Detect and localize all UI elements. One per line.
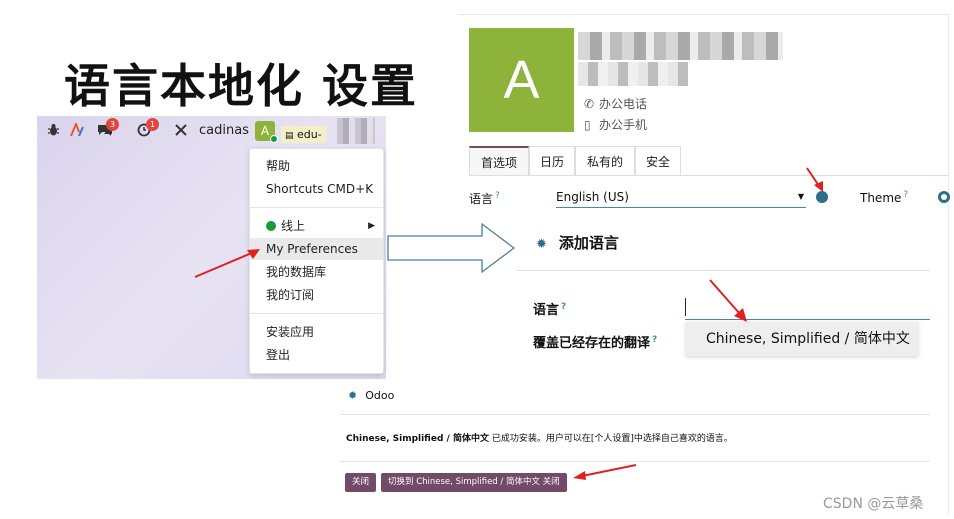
help-tooltip-icon[interactable]: ? (561, 302, 566, 312)
menu-item-databases[interactable]: 我的数据库 (250, 261, 383, 283)
switch-language-button[interactable]: 切换到 Chinese, Simplified / 简体中文 关闭 (381, 473, 567, 492)
help-tooltip-icon[interactable]: ? (652, 335, 657, 345)
mobile-phone-placeholder: 办公手机 (599, 118, 648, 132)
blurred-db-name (337, 118, 375, 144)
red-arrow-icon (573, 464, 637, 480)
top-navbar: 3 1 cadinas A ▤ edu- (37, 116, 386, 146)
language-label-text: 语言 (469, 192, 494, 206)
menu-item-shortcuts[interactable]: Shortcuts CMD+K (250, 178, 383, 200)
panel-right-border (948, 14, 949, 514)
language-option[interactable]: Chinese, Simplified / 简体中文 (686, 322, 918, 356)
tab-private[interactable]: 私有的 (575, 146, 635, 176)
clock-icon[interactable]: 1 (137, 118, 159, 139)
installed-language-name: Chinese, Simplified / 简体中文 (346, 434, 489, 444)
chevron-right-icon: ▶ (368, 221, 375, 231)
menu-item-install-app[interactable]: 安装应用 (250, 321, 383, 343)
close-button[interactable]: 关闭 (345, 473, 377, 492)
install-message-text: 已成功安装。用户可以在[个人设置]中选择自己喜欢的语言。 (488, 434, 733, 444)
activity-icon[interactable] (70, 121, 86, 139)
bug-icon: ✹ (348, 389, 358, 402)
theme-radio[interactable] (938, 191, 950, 203)
dialog-divider (516, 270, 930, 271)
overwrite-label-text: 覆盖已经存在的翻译 (533, 336, 651, 351)
menu-item-preferences[interactable]: My Preferences (250, 238, 383, 260)
menu-item-help[interactable]: 帮助 (250, 155, 383, 177)
language-select-value: English (US) (556, 190, 629, 204)
theme-label: Theme? (860, 190, 908, 205)
notification-header: ✹ Odoo (348, 389, 394, 402)
chat-icon[interactable]: 3 (97, 118, 119, 139)
chat-badge: 3 (106, 118, 119, 131)
theme-label-text: Theme (860, 191, 902, 205)
phone-icon: ✆ (584, 97, 595, 111)
dialog-title-text: 添加语言 (558, 234, 619, 252)
menu-item-online-label: 线上 (281, 219, 306, 233)
menu-item-logout[interactable]: 登出 (250, 344, 383, 366)
install-success-message: Chinese, Simplified / 简体中文 已成功安装。用户可以在[个… (346, 431, 733, 444)
bug-icon[interactable] (47, 123, 60, 139)
menu-divider (250, 207, 383, 208)
navbar-username[interactable]: cadinas (199, 123, 249, 138)
database-chip[interactable]: ▤ edu- (281, 126, 326, 143)
menu-divider (250, 313, 383, 314)
flow-arrow-icon (387, 222, 516, 274)
overwrite-translations-label: 覆盖已经存在的翻译? (533, 332, 657, 351)
bug-icon: ✹ (536, 237, 547, 252)
blurred-user-name (578, 32, 783, 60)
mobile-icon: ▯ (584, 118, 591, 132)
red-arrow-icon (709, 279, 747, 322)
tab-calendar[interactable]: 日历 (529, 146, 575, 176)
blurred-user-email (578, 62, 688, 86)
user-dropdown-menu: 帮助 Shortcuts CMD+K 线上 ▶ My Preferences 我… (249, 148, 384, 374)
dialog-language-label: 语言? (533, 299, 566, 318)
page-title: 语言本地化 设置 (64, 59, 419, 113)
office-phone-placeholder: 办公电话 (599, 97, 648, 111)
add-language-dialog-title: ✹ 添加语言 (536, 232, 619, 253)
red-arrow-icon (806, 167, 823, 192)
online-status-dot (270, 135, 278, 143)
office-phone-field[interactable]: ✆ 办公电话 (584, 95, 647, 112)
tab-security[interactable]: 安全 (635, 146, 681, 176)
mobile-phone-field[interactable]: ▯ 办公手机 (584, 116, 647, 133)
tools-icon[interactable] (174, 123, 188, 139)
database-icon: ▤ (285, 131, 294, 141)
red-arrow-icon (194, 249, 260, 278)
panel-top-border (458, 14, 948, 15)
online-dot-icon (266, 221, 276, 231)
language-select[interactable]: English (US) ▼ (556, 188, 806, 208)
notification-header-text: Odoo (365, 389, 395, 402)
text-cursor (685, 298, 686, 316)
activity-badge: 1 (146, 118, 159, 131)
menu-item-subscription[interactable]: 我的订阅 (250, 284, 383, 306)
menu-item-online[interactable]: 线上 ▶ (250, 215, 383, 237)
help-tooltip-icon[interactable]: ? (495, 191, 500, 201)
help-tooltip-icon[interactable]: ? (903, 190, 908, 200)
tabs-underline (469, 175, 949, 176)
dialog-language-label-text: 语言 (533, 303, 560, 318)
watermark: CSDN @云草桑 (823, 496, 924, 512)
database-name: edu- (297, 128, 322, 141)
notification-divider (340, 414, 930, 415)
tab-preferences[interactable]: 首选项 (469, 146, 529, 176)
profile-avatar[interactable]: A (469, 28, 574, 132)
language-label: 语言? (469, 190, 500, 207)
